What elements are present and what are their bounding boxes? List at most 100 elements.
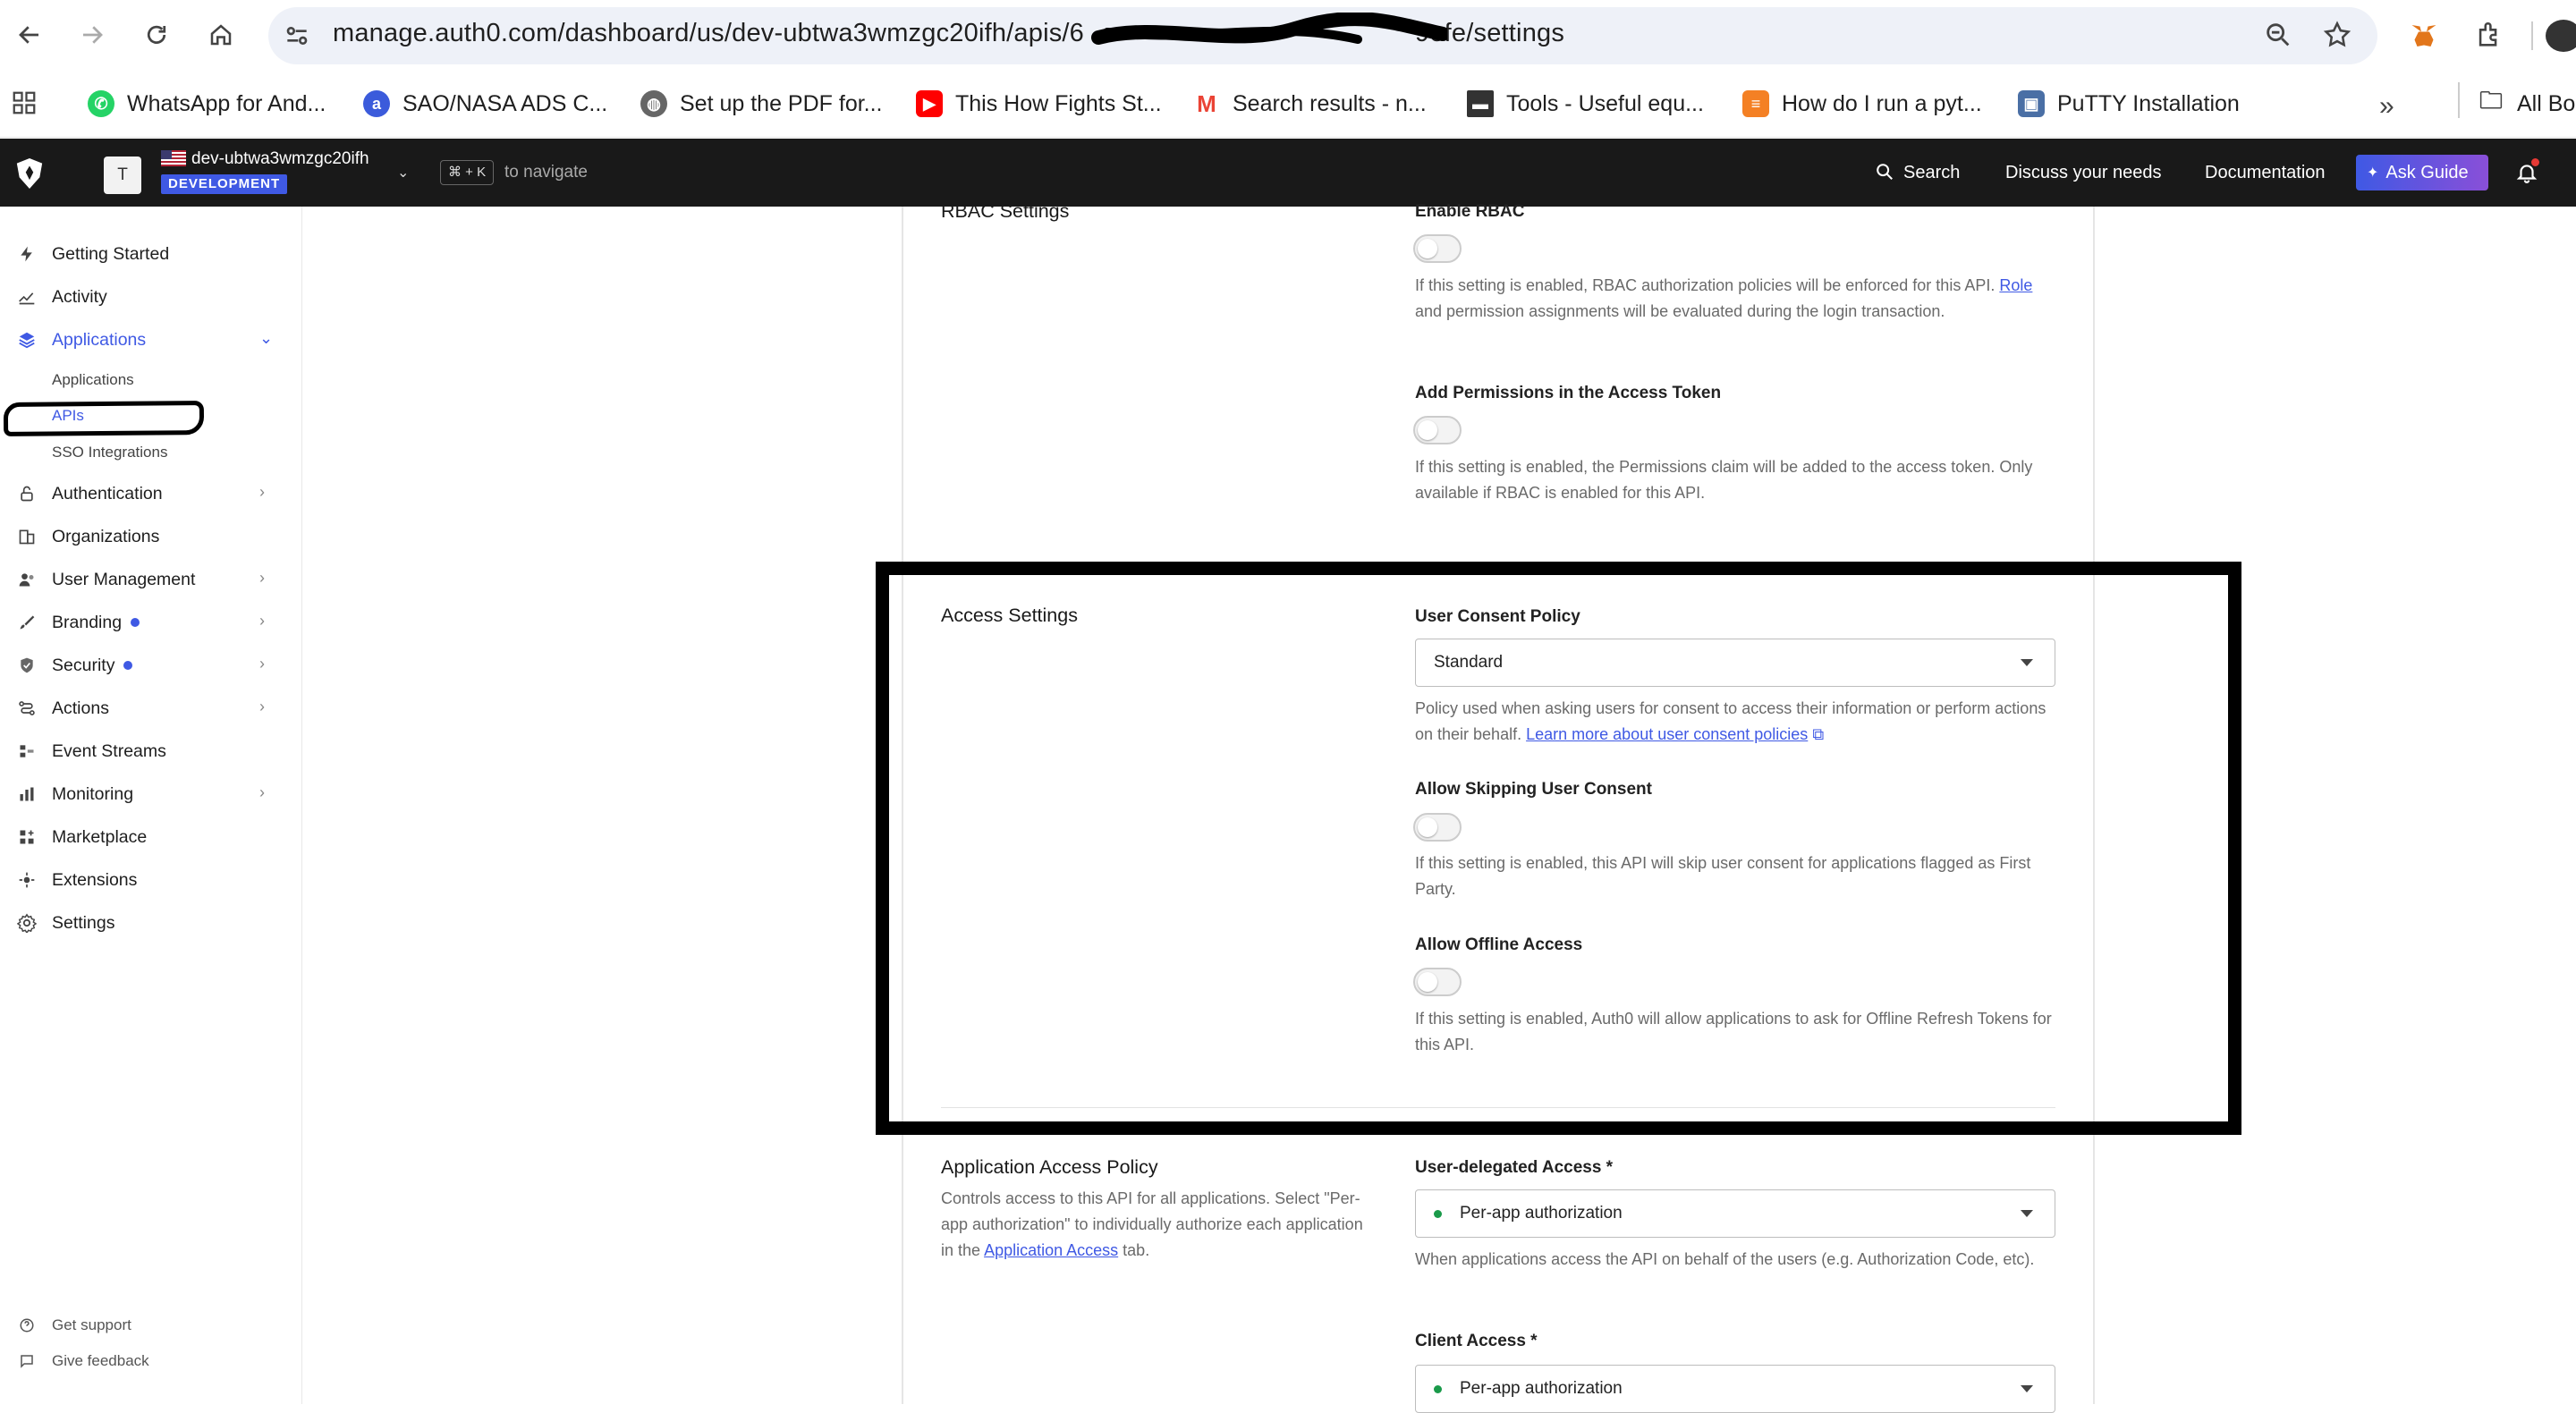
sidebar-item-security[interactable]: Security bbox=[16, 649, 133, 681]
sidebar-item-authentication[interactable]: Authentication bbox=[16, 478, 163, 510]
sidebar-item-applications[interactable]: Applications bbox=[16, 324, 146, 356]
ask-guide-button[interactable]: ✦ Ask Guide bbox=[2356, 155, 2488, 190]
dropdown-caret-icon bbox=[2021, 1385, 2033, 1392]
user-delegated-select[interactable]: Per-app authorization bbox=[1415, 1189, 2055, 1238]
forward-icon[interactable] bbox=[73, 16, 111, 54]
feedback-icon bbox=[16, 1350, 38, 1372]
bookmark-item[interactable]: ≡ How do I run a pyt... bbox=[1742, 86, 1982, 122]
chevron-right-icon[interactable]: › bbox=[259, 698, 265, 716]
apps-grid-icon[interactable] bbox=[11, 89, 38, 121]
chevron-right-icon[interactable]: › bbox=[259, 655, 265, 673]
rbac-section-title: RBAC Settings bbox=[941, 200, 1070, 222]
chevron-right-icon[interactable]: › bbox=[259, 612, 265, 630]
zoom-icon[interactable] bbox=[2263, 20, 2293, 55]
tenant-chevron-icon[interactable]: ⌄ bbox=[397, 164, 409, 182]
sidebar-item-extensions[interactable]: Extensions bbox=[16, 864, 137, 896]
putty-icon: ▣ bbox=[2018, 90, 2045, 117]
extensions-icon[interactable] bbox=[2474, 20, 2504, 55]
chevron-right-icon[interactable]: › bbox=[259, 783, 265, 802]
add-permissions-help: If this setting is enabled, the Permissi… bbox=[1415, 458, 2033, 502]
client-access-select[interactable]: Per-app authorization bbox=[1415, 1365, 2055, 1413]
sidebar-item-settings[interactable]: Settings bbox=[16, 907, 114, 939]
chevron-down-icon[interactable]: ⌄ bbox=[259, 329, 273, 348]
bookmark-item[interactable]: ▶ This How Fights St... bbox=[916, 86, 1162, 122]
bar-chart-icon bbox=[16, 783, 38, 805]
client-access-label: Client Access * bbox=[1415, 1332, 1538, 1350]
sidebar-item-organizations[interactable]: Organizations bbox=[16, 520, 159, 553]
dashboard-header: T dev-ubtwa3wmzgc20ifh DEVELOPMENT ⌄ ⌘ +… bbox=[0, 139, 2576, 207]
new-indicator-dot bbox=[123, 661, 133, 670]
status-dot bbox=[1434, 1384, 1442, 1393]
role-link[interactable]: Role bbox=[1999, 276, 2032, 294]
us-flag-icon bbox=[161, 150, 186, 166]
environment-badge: DEVELOPMENT bbox=[161, 174, 288, 194]
enable-rbac-label: Enable RBAC bbox=[1415, 202, 1525, 221]
home-icon[interactable] bbox=[202, 16, 240, 54]
more-bookmarks-icon[interactable]: » bbox=[2379, 91, 2394, 122]
whatsapp-icon: ✆ bbox=[88, 90, 114, 117]
bookmark-item[interactable]: ✆ WhatsApp for And... bbox=[88, 86, 326, 122]
dropdown-caret-icon bbox=[2021, 1210, 2033, 1217]
sparkle-icon: ✦ bbox=[2367, 165, 2379, 181]
sidebar-item-event-streams[interactable]: Event Streams bbox=[16, 735, 166, 767]
tools-icon: ▬ bbox=[1467, 90, 1494, 117]
auth0-logo-icon[interactable] bbox=[14, 157, 45, 195]
chevron-right-icon[interactable]: › bbox=[259, 569, 265, 588]
give-feedback-link[interactable]: Give feedback bbox=[16, 1345, 149, 1377]
bookmark-item[interactable]: ▬ Tools - Useful equ... bbox=[1467, 86, 1704, 122]
lock-icon bbox=[16, 483, 38, 504]
bolt-icon bbox=[16, 243, 38, 265]
tenant-avatar[interactable]: T bbox=[104, 157, 141, 194]
bookmark-item[interactable]: ◍ Set up the PDF for... bbox=[640, 86, 883, 122]
search-button[interactable]: Search bbox=[1903, 163, 1960, 183]
app-access-section-title: Application Access Policy bbox=[941, 1156, 1158, 1178]
profile-avatar[interactable] bbox=[2546, 20, 2576, 52]
enable-rbac-help: If this setting is enabled, RBAC authori… bbox=[1415, 276, 2033, 320]
toolbar-divider bbox=[2531, 21, 2533, 50]
bookmark-item[interactable]: M Search results - n... bbox=[1193, 86, 1427, 122]
documentation-link[interactable]: Documentation bbox=[2205, 163, 2326, 183]
tenant-name[interactable]: dev-ubtwa3wmzgc20ifh bbox=[191, 149, 369, 169]
activity-icon bbox=[16, 286, 38, 308]
sidebar-item-actions[interactable]: Actions bbox=[16, 692, 109, 724]
annotation-rectangle bbox=[876, 562, 2241, 1135]
bookmark-item[interactable]: ▣ PuTTY Installation bbox=[2018, 86, 2240, 122]
all-bookmarks[interactable]: 🗀 All Bo bbox=[2478, 86, 2575, 122]
sidebar-item-getting-started[interactable]: Getting Started bbox=[16, 238, 169, 270]
stream-icon bbox=[16, 740, 38, 762]
bookmark-item[interactable]: a SAO/NASA ADS C... bbox=[363, 86, 607, 122]
sidebar-subitem-sso-integrations[interactable]: SSO Integrations bbox=[52, 444, 167, 461]
sidebar-subitem-applications[interactable]: Applications bbox=[52, 371, 134, 389]
chevron-right-icon[interactable]: › bbox=[259, 483, 265, 502]
reload-icon[interactable] bbox=[138, 16, 175, 54]
enable-rbac-toggle[interactable] bbox=[1413, 234, 1462, 263]
sidebar-item-activity[interactable]: Activity bbox=[16, 281, 107, 313]
flow-icon bbox=[16, 698, 38, 719]
site-settings-icon[interactable] bbox=[283, 21, 311, 55]
grid-plus-icon bbox=[16, 826, 38, 848]
search-icon bbox=[1875, 162, 1894, 186]
back-icon[interactable] bbox=[11, 16, 48, 54]
youtube-icon: ▶ bbox=[916, 90, 943, 117]
sidebar-item-branding[interactable]: Branding bbox=[16, 606, 140, 639]
shortcut-key: ⌘ + K bbox=[440, 160, 495, 185]
sidebar-item-monitoring[interactable]: Monitoring bbox=[16, 778, 133, 810]
notification-bell-icon[interactable] bbox=[2515, 158, 2539, 190]
bookmark-star-icon[interactable] bbox=[2322, 20, 2352, 55]
sidebar-item-marketplace[interactable]: Marketplace bbox=[16, 821, 147, 853]
users-icon bbox=[16, 569, 38, 590]
shortcut-hint: to navigate bbox=[504, 163, 588, 182]
get-support-link[interactable]: Get support bbox=[16, 1309, 131, 1341]
discuss-needs-link[interactable]: Discuss your needs bbox=[2005, 163, 2162, 183]
add-permissions-toggle[interactable] bbox=[1413, 416, 1462, 444]
gmail-icon: M bbox=[1193, 90, 1220, 117]
metamask-icon[interactable] bbox=[2408, 20, 2440, 56]
browser-toolbar: manage.auth0.com/dashboard/us/dev-ubtwa3… bbox=[0, 0, 2576, 73]
brush-icon bbox=[16, 612, 38, 633]
bookmark-divider bbox=[2458, 82, 2460, 118]
annotation-circle bbox=[3, 401, 205, 436]
application-access-link[interactable]: Application Access bbox=[984, 1241, 1118, 1259]
sidebar-item-user-management[interactable]: User Management bbox=[16, 563, 195, 596]
layers-icon bbox=[16, 329, 38, 351]
ads-icon: a bbox=[363, 90, 390, 117]
